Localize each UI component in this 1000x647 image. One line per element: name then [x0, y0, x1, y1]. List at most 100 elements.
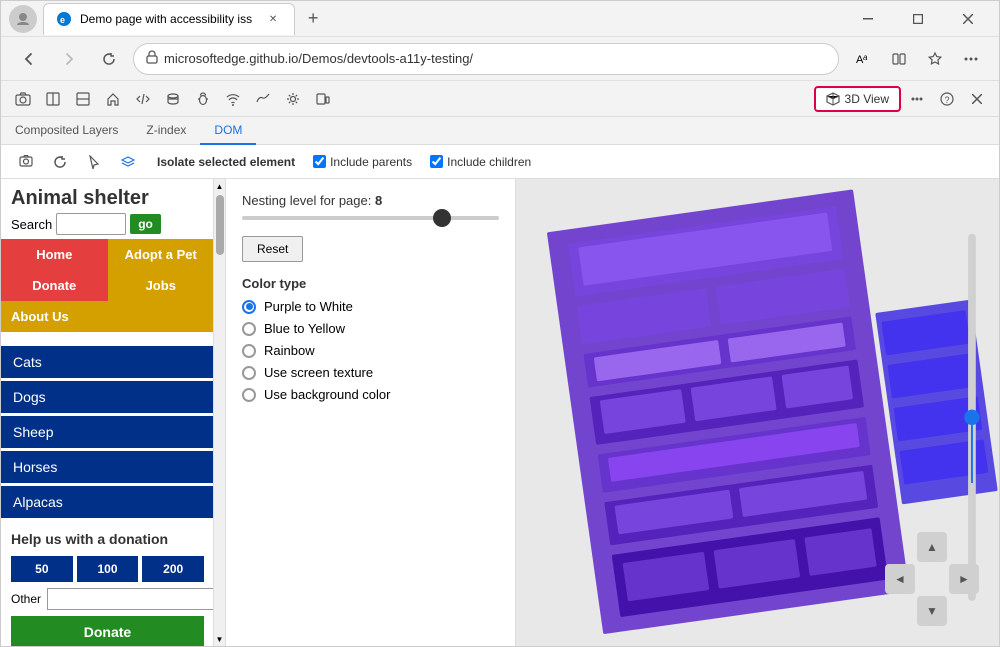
arrow-up-button[interactable]: ▲ — [917, 532, 947, 562]
more-actions-icon[interactable] — [955, 43, 987, 75]
go-button[interactable]: go — [130, 214, 161, 234]
favorites-icon[interactable] — [919, 43, 951, 75]
profile-avatar[interactable] — [9, 5, 37, 33]
dom-panel: Nesting level for page: 8 Reset Color ty… — [226, 179, 516, 646]
scroll-thumb[interactable] — [216, 195, 224, 255]
url-bar[interactable]: microsoftedge.github.io/Demos/devtools-a… — [133, 43, 839, 75]
device-icon[interactable] — [309, 85, 337, 113]
amount-50[interactable]: 50 — [11, 556, 73, 582]
dom-tab[interactable]: DOM — [200, 117, 256, 145]
back-button[interactable] — [13, 43, 45, 75]
nav-home[interactable]: Home — [1, 239, 108, 270]
arrow-placeholder-tr — [949, 532, 979, 562]
nav-donate[interactable]: Donate — [1, 270, 108, 301]
scroll-down-button[interactable]: ▼ — [214, 632, 226, 646]
refresh-button[interactable] — [93, 43, 125, 75]
navigation-arrows: ▲ ◄ ► ▼ — [885, 532, 979, 626]
radio-purple-white[interactable]: Purple to White — [242, 299, 499, 314]
title-bar: e Demo page with accessibility iss ✕ + — [1, 1, 999, 37]
nesting-value: 8 — [375, 193, 382, 208]
webpage-content: Animal shelter Search go Home Adopt a Pe… — [1, 179, 214, 646]
3dview-panel[interactable]: ▲ ◄ ► ▼ — [516, 179, 999, 646]
composited-layers-tab[interactable]: Composited Layers — [1, 117, 132, 145]
search-input[interactable] — [56, 213, 126, 235]
arrow-down-button[interactable]: ▼ — [917, 596, 947, 626]
shelter-title: Animal shelter — [11, 187, 204, 209]
view-screenshot-icon[interactable] — [13, 149, 39, 175]
close-button[interactable] — [945, 3, 991, 35]
include-children-label: Include children — [447, 155, 531, 169]
wifi-icon[interactable] — [219, 85, 247, 113]
new-tab-button[interactable]: + — [299, 5, 327, 33]
animal-item-horses[interactable]: Horses — [1, 451, 214, 483]
tab-favicon: e — [56, 11, 72, 27]
slider-thumb[interactable] — [433, 209, 451, 227]
include-children-checkbox[interactable] — [430, 155, 443, 168]
nesting-slider[interactable] — [242, 216, 499, 220]
layout-icon-2[interactable] — [69, 85, 97, 113]
address-right-icons: Aa — [847, 43, 987, 75]
forward-button[interactable] — [53, 43, 85, 75]
nav-jobs[interactable]: Jobs — [108, 270, 215, 301]
code-icon[interactable] — [129, 85, 157, 113]
arrow-right-button[interactable]: ► — [949, 564, 979, 594]
settings-icon[interactable] — [279, 85, 307, 113]
radio-circle-purple-white — [242, 300, 256, 314]
search-row: Search go — [11, 213, 204, 235]
arrow-center — [917, 564, 947, 594]
nav-adopt[interactable]: Adopt a Pet — [108, 239, 215, 270]
animal-item-alpacas[interactable]: Alpacas — [1, 486, 214, 518]
other-amount-input[interactable] — [47, 588, 214, 610]
arrow-placeholder-tl — [885, 532, 915, 562]
animal-item-dogs[interactable]: Dogs — [1, 381, 214, 413]
arrow-placeholder-br — [949, 596, 979, 626]
arrow-placeholder-bl — [885, 596, 915, 626]
include-parents-group[interactable]: Include parents — [313, 155, 412, 169]
color-type-label: Color type — [242, 276, 499, 291]
shelter-header: Animal shelter Search go — [1, 179, 214, 239]
arrow-left-button[interactable]: ◄ — [885, 564, 915, 594]
read-aloud-icon[interactable]: Aa — [847, 43, 879, 75]
animal-item-sheep[interactable]: Sheep — [1, 416, 214, 448]
split-screen-icon[interactable] — [883, 43, 915, 75]
tab-close-button[interactable]: ✕ — [264, 10, 282, 28]
active-tab[interactable]: e Demo page with accessibility iss ✕ — [43, 3, 295, 35]
devtools-close-icon[interactable] — [963, 85, 991, 113]
scroll-up-button[interactable]: ▲ — [214, 179, 226, 193]
include-children-group[interactable]: Include children — [430, 155, 531, 169]
z-index-tab[interactable]: Z-index — [132, 117, 200, 145]
performance-icon[interactable] — [249, 85, 277, 113]
home-icon[interactable] — [99, 85, 127, 113]
view-refresh-icon[interactable] — [47, 149, 73, 175]
minimize-button[interactable] — [845, 3, 891, 35]
animal-item-cats[interactable]: Cats — [1, 346, 214, 378]
slider-track — [242, 216, 499, 220]
screenshot-icon[interactable] — [9, 85, 37, 113]
radio-circle-bg-color — [242, 388, 256, 402]
radio-rainbow[interactable]: Rainbow — [242, 343, 499, 358]
reset-button[interactable]: Reset — [242, 236, 303, 262]
view-layers-icon[interactable] — [115, 149, 141, 175]
3dview-button[interactable]: 3D View — [814, 86, 901, 112]
color-type-radio-group: Purple to White Blue to Yellow Rainbow U… — [242, 299, 499, 402]
view-cursor-icon[interactable] — [81, 149, 107, 175]
maximize-button[interactable] — [895, 3, 941, 35]
scrollbar[interactable]: ▲ ▼ — [213, 179, 225, 646]
layout-icon-1[interactable] — [39, 85, 67, 113]
amount-100[interactable]: 100 — [77, 556, 139, 582]
bug-icon[interactable] — [189, 85, 217, 113]
radio-blue-yellow[interactable]: Blue to Yellow — [242, 321, 499, 336]
radio-bg-color[interactable]: Use background color — [242, 387, 499, 402]
include-parents-checkbox[interactable] — [313, 155, 326, 168]
radio-circle-screen-texture — [242, 366, 256, 380]
amount-200[interactable]: 200 — [142, 556, 204, 582]
nav-about[interactable]: About Us — [1, 301, 214, 332]
radio-screen-texture[interactable]: Use screen texture — [242, 365, 499, 380]
devtools-help-icon[interactable]: ? — [933, 85, 961, 113]
browser-window: e Demo page with accessibility iss ✕ + — [0, 0, 1000, 647]
devtools-more-button[interactable] — [903, 85, 931, 113]
storage-icon[interactable] — [159, 85, 187, 113]
donate-button[interactable]: Donate — [11, 616, 204, 646]
address-bar: microsoftedge.github.io/Demos/devtools-a… — [1, 37, 999, 81]
3d-scroll-thumb[interactable] — [964, 410, 979, 425]
